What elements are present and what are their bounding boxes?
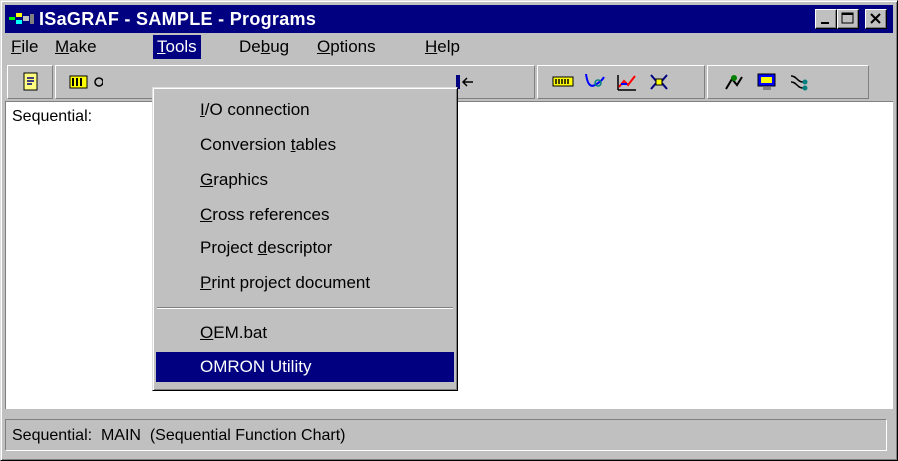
- application-window: ISaGRAF - SAMPLE - Programs File Make To…: [0, 0, 898, 461]
- title-bar[interactable]: ISaGRAF - SAMPLE - Programs: [5, 5, 893, 33]
- curve-icon[interactable]: [583, 71, 607, 93]
- menu-item-print-project-document[interactable]: Print project document: [156, 268, 454, 298]
- menu-item-graphics[interactable]: Graphics: [156, 165, 454, 195]
- menu-item-cross-references[interactable]: Cross references: [156, 200, 454, 230]
- menu-help[interactable]: Help: [421, 35, 464, 59]
- menu-item-conversion-tables[interactable]: Conversion tables: [156, 130, 454, 160]
- new-program-icon[interactable]: [19, 71, 43, 93]
- tools-menu: I/O connection Conversion tables Graphic…: [152, 87, 458, 391]
- menu-bar: File Make Tools Debug Options Help: [5, 35, 893, 61]
- menu-make[interactable]: Make: [51, 35, 101, 59]
- menu-tools[interactable]: Tools: [153, 35, 201, 59]
- debug-icon[interactable]: [723, 71, 747, 93]
- link-icon[interactable]: [93, 71, 103, 93]
- menu-item-omron-utility[interactable]: OMRON Utility: [156, 352, 454, 382]
- monitor-icon[interactable]: [755, 71, 779, 93]
- io-wiring-icon[interactable]: [551, 71, 575, 93]
- window-title: ISaGRAF - SAMPLE - Programs: [39, 9, 317, 29]
- menu-item-io-connection[interactable]: I/O connection: [156, 95, 454, 125]
- graph-icon[interactable]: [615, 71, 639, 93]
- status-text: Sequential: MAIN (Sequential Function Ch…: [12, 427, 346, 444]
- menu-separator: [157, 307, 453, 309]
- menu-options[interactable]: Options: [313, 35, 380, 59]
- menu-debug[interactable]: Debug: [235, 35, 293, 59]
- menu-item-oem-bat[interactable]: OEM.bat: [156, 318, 454, 348]
- network-icon[interactable]: [787, 71, 811, 93]
- dictionary-icon[interactable]: [67, 71, 91, 93]
- close-button[interactable]: [865, 9, 887, 29]
- section-label: Sequential:: [12, 108, 93, 125]
- maximize-icon: [841, 12, 854, 24]
- minimize-button[interactable]: [815, 9, 837, 29]
- menu-item-project-descriptor[interactable]: Project descriptor: [156, 233, 454, 263]
- status-bar: Sequential: MAIN (Sequential Function Ch…: [5, 419, 887, 451]
- menu-file[interactable]: File: [7, 35, 42, 59]
- isagraf-app-icon[interactable]: [9, 11, 35, 27]
- maximize-button[interactable]: [837, 9, 859, 29]
- simulate-icon[interactable]: [647, 71, 671, 93]
- close-icon: [870, 13, 881, 24]
- minimize-icon: [821, 22, 829, 24]
